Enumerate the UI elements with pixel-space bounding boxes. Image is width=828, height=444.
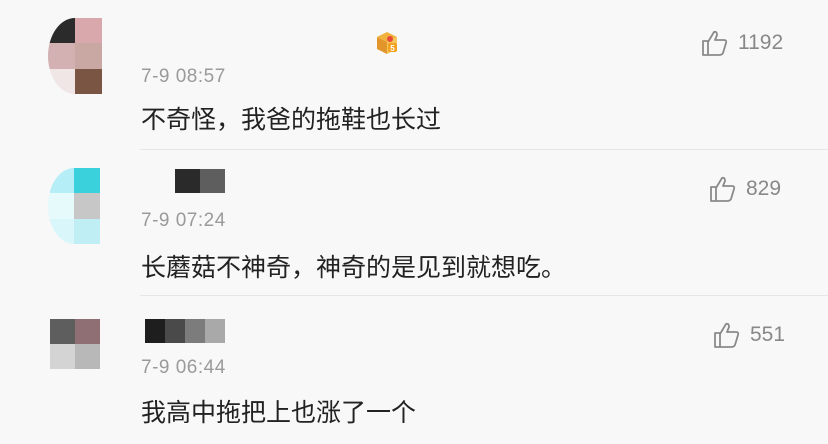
vip-badge-icon: 5: [377, 32, 397, 54]
comment-text: 长蘑菇不神奇，神奇的是见到就想吃。: [141, 253, 567, 282]
comment-timestamp: 7-9 06:44: [141, 357, 226, 378]
avatar-pixel: [48, 193, 74, 219]
avatar-pixel: [48, 219, 74, 244]
username-pixel: [185, 319, 205, 343]
thumbs-up-icon: [714, 322, 740, 348]
divider: [140, 295, 828, 296]
avatar-pixel: [74, 168, 100, 193]
like-count: 551: [750, 323, 786, 346]
comment-text: 不奇怪，我爸的拖鞋也长过: [141, 105, 442, 134]
like-button[interactable]: 551: [712, 320, 785, 350]
comment-timestamp: 7-9 08:57: [141, 66, 226, 87]
username-pixel: [145, 319, 165, 343]
username-pixel: [200, 169, 225, 193]
username-blurred[interactable]: [175, 169, 225, 193]
avatar[interactable]: [50, 319, 100, 369]
avatar-pixel: [75, 18, 102, 43]
avatar-pixel: [48, 69, 75, 94]
avatar-pixel: [48, 43, 75, 69]
like-count: 1192: [738, 31, 784, 54]
avatar-pixel: [75, 69, 102, 94]
divider: [140, 149, 828, 150]
avatar-pixel: [50, 344, 75, 369]
avatar-pixel: [75, 344, 100, 369]
svg-text:5: 5: [390, 44, 395, 53]
username-pixel: [165, 319, 185, 343]
avatar[interactable]: [48, 18, 102, 94]
comment-text: 我高中拖把上也涨了一个: [141, 398, 417, 427]
avatar-pixel: [75, 43, 102, 69]
avatar-pixel: [48, 168, 74, 193]
comment-item: 7-9 06:44 我高中拖把上也涨了一个 551: [0, 297, 828, 444]
username-pixel: [205, 319, 225, 343]
username-pixel: [175, 169, 200, 193]
thumbs-up-icon: [702, 30, 728, 56]
avatar-pixel: [74, 219, 100, 244]
avatar-pixel: [50, 319, 75, 344]
avatar-pixel: [74, 193, 100, 219]
like-button[interactable]: 829: [708, 174, 781, 204]
comment-item: 7-9 07:24 长蘑菇不神奇，神奇的是见到就想吃。 829: [0, 151, 828, 296]
avatar-pixel: [48, 18, 75, 43]
like-count: 829: [746, 177, 782, 200]
username-blurred[interactable]: [145, 319, 225, 343]
comment-item: 5 7-9 08:57 不奇怪，我爸的拖鞋也长过 1192: [0, 0, 828, 150]
like-button[interactable]: 1192: [700, 28, 783, 58]
avatar-pixel: [75, 319, 100, 344]
comment-timestamp: 7-9 07:24: [141, 210, 226, 231]
avatar[interactable]: [48, 168, 100, 244]
thumbs-up-icon: [710, 176, 736, 202]
